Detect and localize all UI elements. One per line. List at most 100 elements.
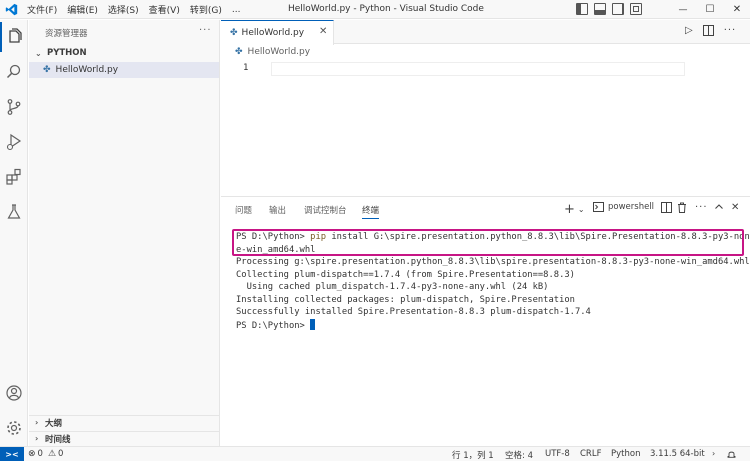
vscode-logo-icon	[5, 3, 18, 16]
line-number: 1	[243, 63, 249, 73]
terminal-line: PS D:\Python>	[236, 318, 750, 332]
terminal-line: Processing g:\spire.presentation.python_…	[236, 257, 750, 267]
outline-section[interactable]: › 大纲	[29, 415, 219, 429]
activity-source-control[interactable]	[0, 92, 28, 122]
warning-count: 0	[58, 449, 64, 459]
tab-problems[interactable]: 问题	[235, 204, 252, 216]
toggle-secondary-sidebar-icon[interactable]	[612, 3, 624, 15]
terminal-prompt: PS D:\Python>	[236, 320, 311, 331]
files-icon	[9, 28, 22, 43]
activity-bar	[0, 20, 28, 446]
new-terminal-button[interactable]: + ⌄	[564, 202, 585, 217]
timeline-label: 时间线	[45, 434, 71, 445]
title-bar: 文件(F) 编辑(E) 选择(S) 查看(V) 转到(G) ... HelloW…	[0, 0, 750, 19]
maximize-button[interactable]: ☐	[697, 0, 723, 19]
breadcrumb[interactable]: ✤ HelloWorld.py	[235, 47, 310, 57]
status-bar: >< ⊗ 0 ⚠ 0 行 1，列 1 空格: 4 UTF-8 CRLF Pyth…	[0, 446, 750, 461]
close-button[interactable]: ✕	[724, 0, 750, 19]
activity-extensions[interactable]	[0, 162, 28, 192]
end-of-line[interactable]: CRLF	[580, 449, 601, 459]
python-interpreter[interactable]: 3.11.5 64-bit	[650, 449, 705, 459]
editor-actions: ▷ ···	[685, 25, 736, 36]
editor-tab-bar: ✤ HelloWorld.py ✕ ▷ ···	[221, 20, 750, 45]
plus-icon: +	[564, 202, 575, 217]
tab-terminal[interactable]: 终端	[362, 204, 380, 219]
problems-status[interactable]: ⊗ 0 ⚠ 0	[28, 449, 63, 459]
notifications-icon[interactable]	[727, 450, 736, 459]
terminal-icon	[593, 202, 604, 212]
search-icon	[6, 64, 21, 79]
error-icon: ⊗	[28, 449, 36, 459]
menu-bar: 文件(F) 编辑(E) 选择(S) 查看(V) 转到(G) ...	[27, 0, 250, 19]
toggle-primary-sidebar-icon[interactable]	[576, 3, 588, 15]
activity-manage[interactable]	[0, 413, 28, 443]
chevron-down-icon: ⌄	[35, 48, 42, 58]
timeline-section[interactable]: › 时间线	[29, 431, 219, 445]
folder-label: PYTHON	[47, 48, 87, 58]
language-mode[interactable]: Python	[611, 449, 640, 459]
close-panel-icon[interactable]: ✕	[731, 202, 739, 213]
explorer-title: 资源管理器	[45, 29, 88, 39]
menu-go[interactable]: 转到(G)	[190, 3, 222, 16]
highlight-box	[232, 229, 744, 256]
menu-more[interactable]: ...	[232, 5, 241, 15]
close-icon: ✕	[732, 4, 742, 15]
activity-testing[interactable]	[0, 197, 28, 227]
menu-view[interactable]: 查看(V)	[149, 3, 180, 16]
explorer-sidebar: 资源管理器 ··· ⌄ PYTHON ✤ HelloWorld.py › 大纲 …	[29, 20, 220, 446]
terminal-instance[interactable]: powershell	[593, 202, 654, 212]
extensions-icon	[6, 168, 21, 185]
run-debug-icon	[6, 133, 22, 151]
activity-run-debug[interactable]	[0, 127, 28, 157]
toggle-panel-icon[interactable]	[594, 3, 606, 15]
tab-helloworld[interactable]: ✤ HelloWorld.py ✕	[221, 20, 334, 45]
file-item-helloworld[interactable]: ✤ HelloWorld.py	[29, 62, 219, 78]
error-count: 0	[37, 449, 43, 459]
customize-layout-icon[interactable]	[630, 3, 642, 15]
gear-icon	[7, 421, 21, 435]
panel-more-icon[interactable]: ···	[695, 202, 708, 213]
source-control-icon	[7, 99, 21, 115]
layout-controls	[576, 3, 642, 15]
breadcrumb-file: HelloWorld.py	[247, 47, 311, 57]
tab-close-icon[interactable]: ✕	[319, 26, 327, 37]
encoding[interactable]: UTF-8	[545, 449, 570, 459]
split-terminal-icon[interactable]	[661, 202, 672, 213]
minimize-button[interactable]: —	[670, 0, 696, 19]
flask-icon	[7, 204, 21, 219]
menu-edit[interactable]: 编辑(E)	[67, 3, 98, 16]
code-line-1[interactable]	[271, 62, 685, 76]
folder-python[interactable]: ⌄ PYTHON	[29, 45, 219, 61]
maximize-panel-icon[interactable]	[714, 202, 724, 212]
remote-button[interactable]: ><	[0, 447, 24, 461]
activity-accounts[interactable]	[0, 378, 28, 408]
outline-label: 大纲	[45, 418, 63, 429]
explorer-more-button[interactable]: ···	[199, 25, 212, 36]
python-file-icon: ✤	[230, 28, 238, 38]
activity-search[interactable]	[0, 57, 28, 87]
file-label: HelloWorld.py	[55, 65, 119, 75]
menu-file[interactable]: 文件(F)	[27, 3, 57, 16]
terminal-shell-name: powershell	[608, 202, 655, 212]
indentation[interactable]: 空格: 4	[505, 449, 533, 461]
split-editor-icon[interactable]	[702, 25, 714, 36]
chevron-right-icon: ›	[35, 418, 39, 427]
cursor-position[interactable]: 行 1，列 1	[452, 449, 494, 461]
tab-debug-console[interactable]: 调试控制台	[304, 204, 347, 216]
trash-icon[interactable]	[677, 202, 687, 213]
tab-output[interactable]: 输出	[269, 204, 286, 216]
python-file-icon: ✤	[43, 65, 51, 75]
tab-label: HelloWorld.py	[241, 28, 305, 38]
chevron-right-icon: ›	[712, 449, 716, 458]
editor-area: ✤ HelloWorld.py ✕ ▷ ··· ✤ HelloWorld.py …	[221, 20, 750, 195]
terminal-cursor	[310, 318, 316, 330]
menu-selection[interactable]: 选择(S)	[108, 3, 139, 16]
run-icon[interactable]: ▷	[685, 25, 693, 36]
terminal-line: Collecting plum-dispatch==1.7.4 (from Sp…	[236, 269, 575, 280]
remote-icon: ><	[5, 449, 19, 459]
minimize-icon: —	[678, 4, 688, 15]
activity-explorer[interactable]	[0, 22, 28, 52]
window-title: HelloWorld.py - Python - Visual Studio C…	[288, 4, 484, 14]
more-actions-icon[interactable]: ···	[724, 25, 737, 36]
terminal-line: Installing collected packages: plum-disp…	[236, 294, 575, 305]
